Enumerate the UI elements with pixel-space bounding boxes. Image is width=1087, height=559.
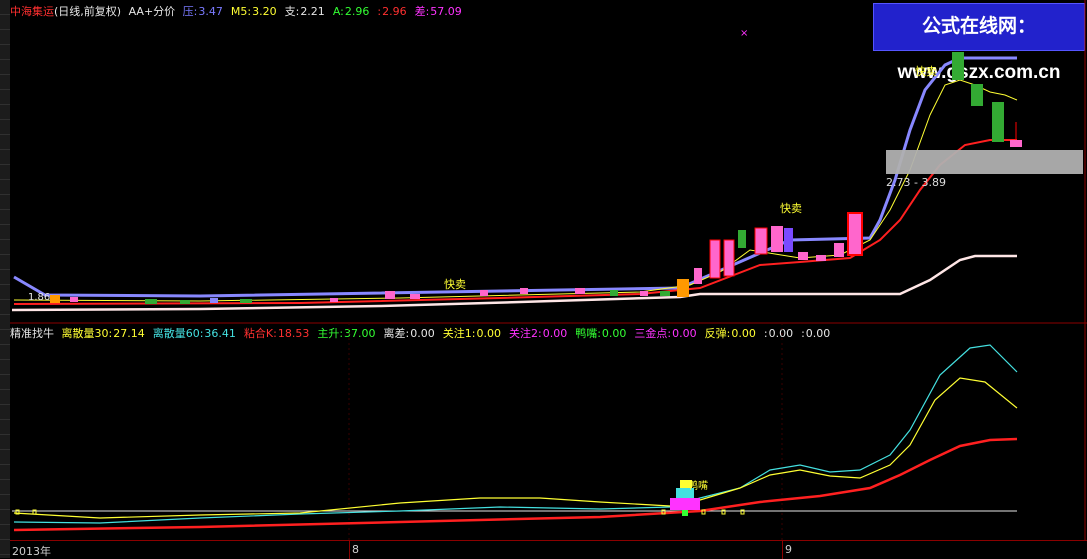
sell-signal-label-2: 快卖 [780,202,802,215]
duck-mouth-label: 鸭嘴 [688,481,708,492]
x-axis-label-year: 2013年 [12,545,51,558]
yellow-line [13,377,1018,519]
stock-chart-window: 中海集运(日线,前复权) AA+分价 压:3.47 M5:3.20 支:2.21 A:… [0,0,1087,559]
resistance-line [13,56,1017,298]
cross-mark: × [740,28,748,39]
cyan-line [13,344,1018,524]
candles-mid [694,212,863,284]
sell-signal-label-1: 快卖 [444,278,466,291]
price-range-band [886,150,1083,174]
range-label: 2.73 - 3.89 [886,176,946,189]
ma-red-line [13,139,1017,305]
ma5-line [13,79,1018,302]
chart-canvas[interactable]: × [0,0,1087,558]
x-axis-label-sep: 9 [785,543,792,556]
support-line [11,254,1017,312]
x-axis: 2013年 8 9 [10,540,1087,559]
sell-signal-label-3: 快卖 [915,65,937,78]
left-price-label: 1.86 [28,292,51,303]
candles-high [952,52,1022,147]
x-axis-label-aug: 8 [352,543,359,556]
